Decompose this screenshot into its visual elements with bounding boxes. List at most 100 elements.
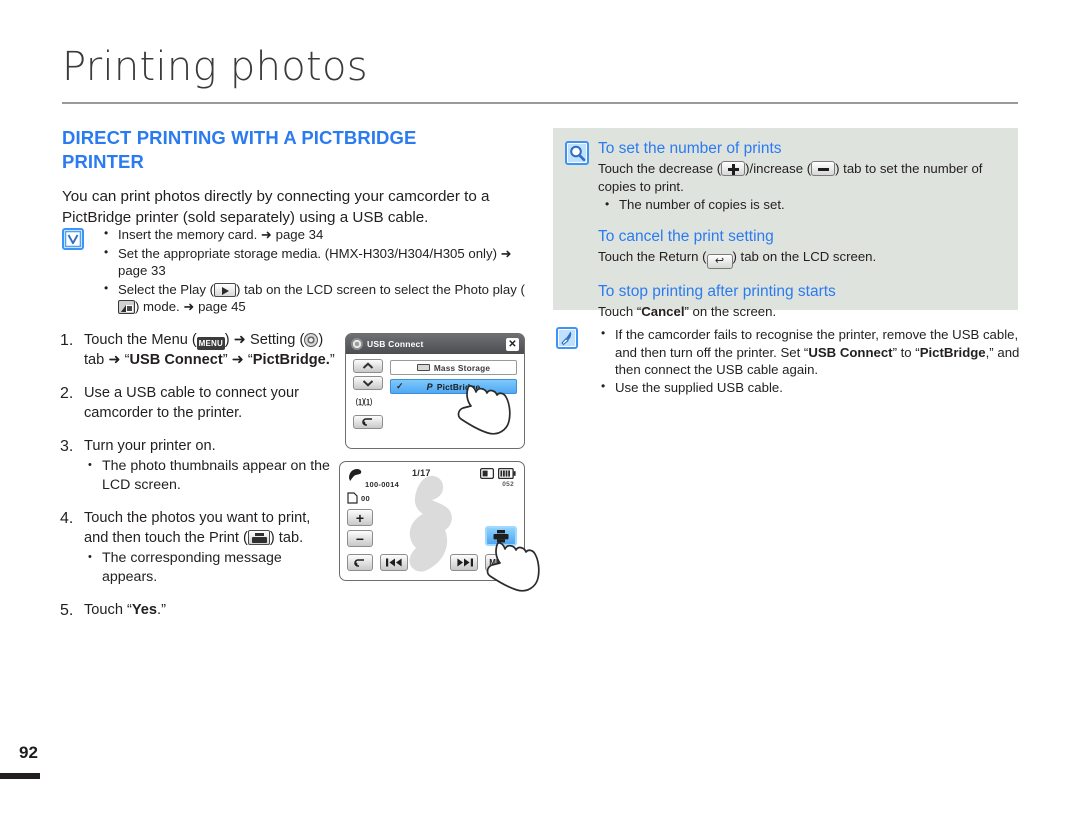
remaining-count: 052 xyxy=(502,481,514,488)
step-5: 5. Touch “Yes.” xyxy=(60,600,335,621)
procedure-steps: 1. Touch the Menu (MENU) ➜ Setting () ta… xyxy=(60,330,335,634)
print-tab-button[interactable] xyxy=(485,526,517,546)
step1-bold-usb-connect: USB Connect xyxy=(129,352,223,368)
lcd-titlebar: USB Connect ✕ xyxy=(346,334,524,354)
page-ref-3: ➜ page 45 xyxy=(183,299,246,314)
pictbridge-icon xyxy=(349,469,362,481)
step-4-sublist: The corresponding message appears. xyxy=(84,548,335,587)
note1-b: ” to “ xyxy=(892,344,920,360)
tip-body-1: Touch the decrease ()/increase () tab to… xyxy=(598,160,1006,196)
battery-icon xyxy=(498,468,516,479)
tip-1-bullets: The number of copies is set. xyxy=(598,195,1006,214)
close-icon[interactable]: ✕ xyxy=(506,337,519,351)
step-number: 1. xyxy=(60,332,74,349)
settings-gear-icon xyxy=(351,338,363,350)
print-tab-icon xyxy=(493,530,509,543)
step-number: 5. xyxy=(60,602,74,619)
step-2: 2. Use a USB cable to connect your camco… xyxy=(60,383,335,423)
step-number: 4. xyxy=(60,510,74,527)
return-button[interactable] xyxy=(353,415,383,429)
list-item: Set the appropriate storage media. (HMX-… xyxy=(98,244,532,280)
option-mass-storage[interactable]: Mass Storage xyxy=(390,360,517,375)
step1-bold-pictbridge: PictBridge. xyxy=(252,352,330,368)
step4-part-b: ) tab. xyxy=(269,530,304,546)
tip3-bold-cancel: Cancel xyxy=(641,304,685,319)
step1-part-a: Touch the Menu ( xyxy=(84,332,197,348)
step1-part-e: ” xyxy=(329,352,335,368)
lcd-title: USB Connect xyxy=(367,339,424,349)
step-text: Turn your printer on. The photo thumbnai… xyxy=(84,436,335,495)
check-icon: ✓ xyxy=(396,381,404,391)
volume-indicator: ⑴⑴ xyxy=(356,398,372,407)
increase-icon xyxy=(721,161,746,176)
step5-part-a: Touch “ xyxy=(84,602,132,618)
tip2-a: Touch the Return ( xyxy=(598,249,707,264)
step-text: Use a USB cable to connect your camcorde… xyxy=(84,385,299,421)
step-4: 4. Touch the photos you want to print, a… xyxy=(60,508,335,587)
tips-content: To set the number of prints Touch the de… xyxy=(598,138,1006,321)
manual-page: Printing photos DIRECT PRINTING WITH A P… xyxy=(0,0,1080,825)
play-tab-icon xyxy=(214,282,237,297)
menu-icon: MENU xyxy=(196,337,225,350)
tip1-a: Touch the decrease ( xyxy=(598,161,722,176)
prereq-text-2: Set the appropriate storage media. (HMX-… xyxy=(118,245,501,261)
tip-heading-1: To set the number of prints xyxy=(598,140,782,157)
tip2-c: ) tab on the LCD screen. xyxy=(732,249,877,264)
tips-panel: To set the number of prints Touch the de… xyxy=(553,128,1018,319)
increase-copies-button[interactable]: + xyxy=(347,509,373,526)
previous-button[interactable] xyxy=(380,554,408,571)
menu-button[interactable]: MENU xyxy=(485,554,517,571)
list-item: Use the supplied USB cable. xyxy=(595,378,1023,397)
decrease-icon xyxy=(811,161,836,176)
step3-main: Turn your printer on. xyxy=(84,438,216,454)
step-text: Touch the photos you want to print, and … xyxy=(84,508,335,587)
step5-bold-yes: Yes xyxy=(131,602,158,618)
decrease-copies-button[interactable]: − xyxy=(347,530,373,547)
notes-list: If the camcorder fails to recognise the … xyxy=(595,325,1023,397)
list-item: If the camcorder fails to recognise the … xyxy=(595,325,1023,379)
note1-bold-usb-connect: USB Connect xyxy=(808,344,893,360)
step-number: 2. xyxy=(60,385,74,402)
magnifier-icon xyxy=(565,141,589,165)
next-button[interactable] xyxy=(450,554,478,571)
prerequisites-block: Insert the memory card. ➜ page 34 Set th… xyxy=(62,225,532,317)
option-pictbridge[interactable]: ✓ P PictBridge xyxy=(390,379,517,394)
step-text: Touch “Yes.” xyxy=(84,600,335,621)
pen-note-icon xyxy=(556,327,578,349)
usb-storage-icon xyxy=(416,364,430,371)
option-label: PictBridge xyxy=(436,381,481,392)
tip3-a: Touch “ xyxy=(598,304,642,319)
list-item: The photo thumbnails appear on the LCD s… xyxy=(84,456,335,495)
notes-block: If the camcorder fails to recognise the … xyxy=(553,325,1023,397)
step-text: Touch the Menu (MENU) ➜ Setting () tab ➜… xyxy=(84,330,335,370)
page-ref-1: ➜ page 34 xyxy=(260,227,324,242)
return-icon: ↩ xyxy=(706,254,733,269)
tip1-b: )/increase ( xyxy=(745,161,812,176)
scroll-down-button[interactable] xyxy=(353,376,383,390)
prereq-text-3a: Select the Play ( xyxy=(118,281,215,297)
step1-part-d: ” ➜ “ xyxy=(222,352,253,368)
settings-gear-icon xyxy=(304,333,319,347)
check-mark-icon xyxy=(62,228,84,250)
tip-body-3: Touch “Cancel” on the screen. xyxy=(598,303,1006,321)
photo-counter: 1/17 xyxy=(412,468,431,478)
step-3-sublist: The photo thumbnails appear on the LCD s… xyxy=(84,456,335,495)
scroll-up-button[interactable] xyxy=(353,359,383,373)
list-item: Select the Play ( ) tab on the LCD screen… xyxy=(98,280,532,316)
print-tab-icon xyxy=(247,530,270,545)
file-number: 100-0014 xyxy=(365,480,400,489)
list-item: Insert the memory card. ➜ page 34 xyxy=(98,225,532,244)
step-number: 3. xyxy=(60,438,74,455)
lcd-screen-usb-connect: USB Connect ✕ ⑴⑴ Mass Storage ✓ P PictBri… xyxy=(345,333,525,449)
step1-part-b: ) ➜ Setting ( xyxy=(224,332,305,348)
tip-body-2: Touch the Return (↩) tab on the LCD scre… xyxy=(598,248,1006,269)
title-divider xyxy=(62,102,1018,104)
tip3-b: ” on the screen. xyxy=(684,304,777,319)
storage-card-icon xyxy=(347,492,358,504)
section-heading: DIRECT PRINTING WITH A PICTBRIDGE PRINTE… xyxy=(62,127,417,172)
tip-heading-3: To stop printing after printing starts xyxy=(598,283,836,300)
step5-part-b: .” xyxy=(157,602,166,618)
prereq-text-3b: ) tab on the LCD screen to select the Ph… xyxy=(236,281,525,297)
return-button[interactable] xyxy=(347,554,373,571)
step-3: 3. Turn your printer on. The photo thumb… xyxy=(60,436,335,495)
